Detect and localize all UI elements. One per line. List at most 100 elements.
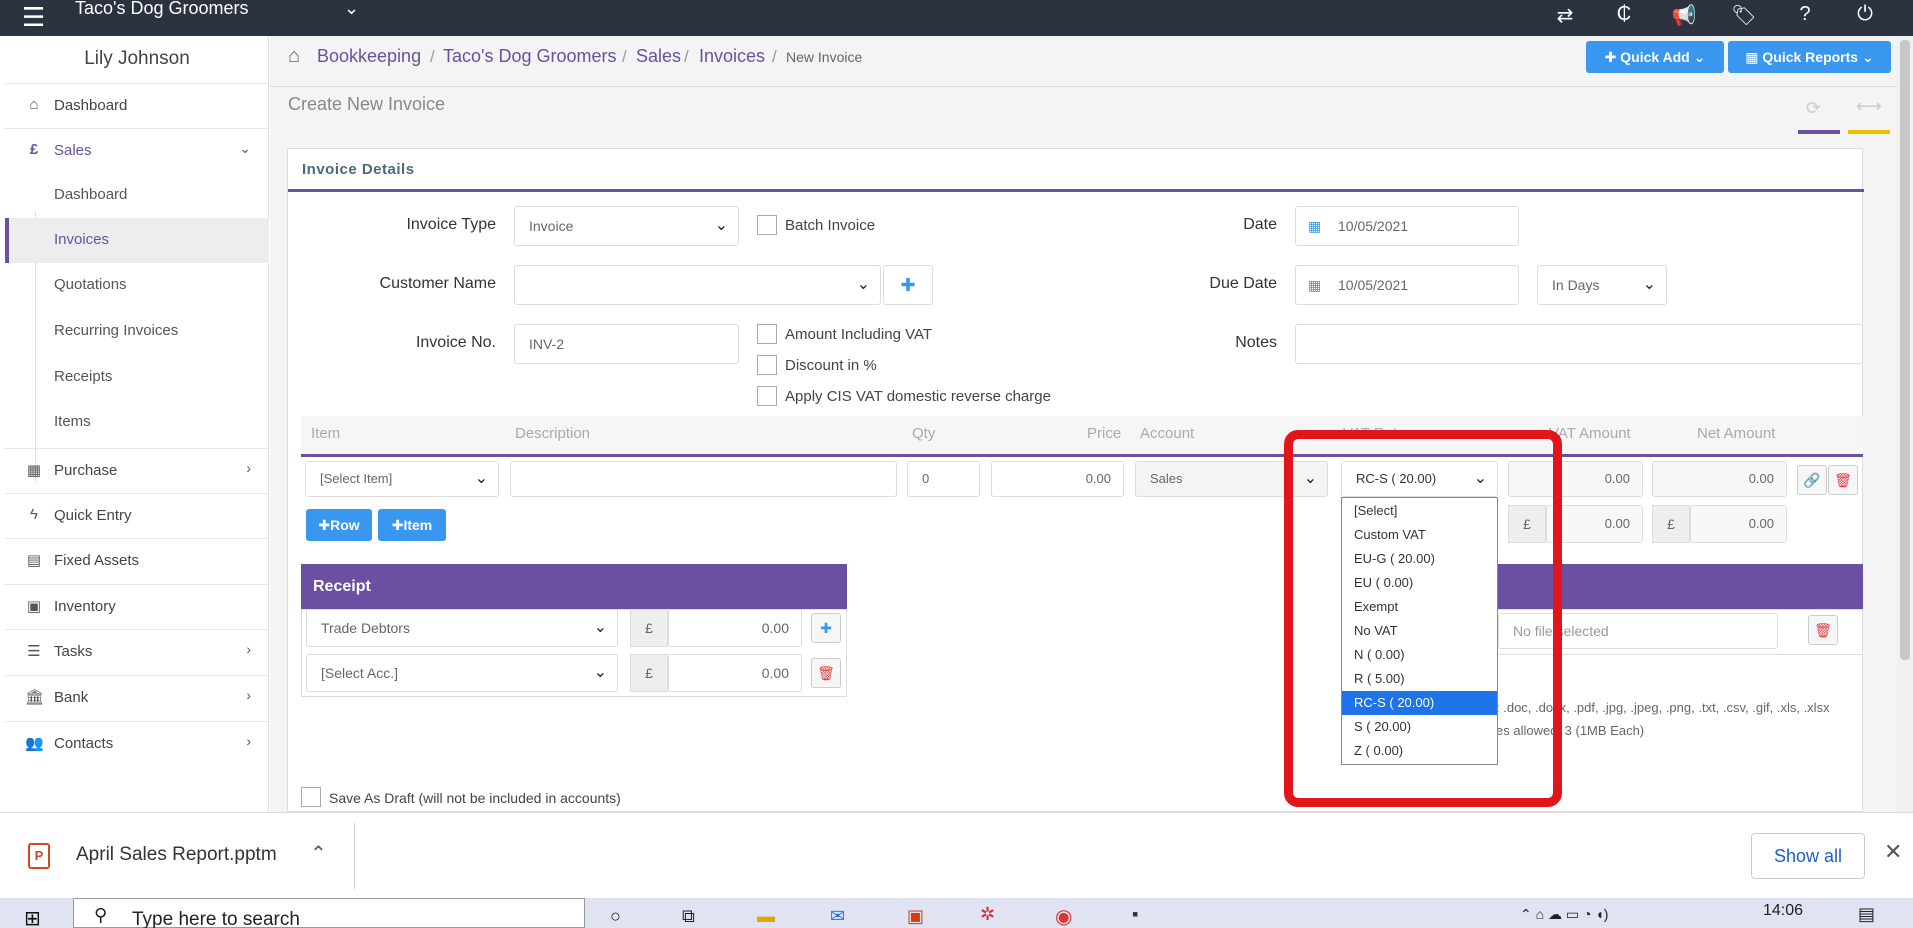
- sidebar-item-purchase[interactable]: ▦ Purchase ›: [5, 448, 269, 493]
- receipt-amount-value: 0.00: [761, 665, 789, 681]
- company-name[interactable]: Taco's Dog Groomers: [75, 0, 249, 19]
- show-all-button[interactable]: Show all: [1751, 833, 1865, 879]
- refresh-icon[interactable]: ⟳: [1806, 98, 1821, 119]
- office-icon[interactable]: ▣: [907, 906, 924, 927]
- taskbar-clock[interactable]: 14:06: [1763, 902, 1803, 920]
- close-icon[interactable]: ✕: [1884, 839, 1902, 865]
- date-input[interactable]: ▦ 10/05/2021: [1295, 206, 1519, 246]
- plus-icon: ✚: [900, 275, 916, 295]
- qty-input[interactable]: 0: [907, 461, 980, 497]
- sidebar-item-quick-entry[interactable]: ϟ Quick Entry: [5, 493, 269, 538]
- company-switch-chevron-icon[interactable]: ⌄: [344, 0, 359, 19]
- net-total-value: 0.00: [1748, 516, 1774, 531]
- scrollbar-thumb[interactable]: [1900, 40, 1910, 660]
- sidebar-item-label: Sales: [54, 142, 92, 159]
- batch-invoice-checkbox[interactable]: [757, 215, 777, 235]
- task-view-icon[interactable]: ⧉: [682, 906, 695, 927]
- receipt-amount-input[interactable]: 0.00: [668, 609, 802, 647]
- amount-including-vat-label: Amount Including VAT: [785, 326, 933, 343]
- sidebar-subitem-receipts[interactable]: Receipts: [5, 355, 269, 400]
- windows-start-icon[interactable]: ⊞: [24, 906, 41, 928]
- grid-icon: ▦: [26, 462, 42, 479]
- sidebar-subitem-sales-dashboard[interactable]: Dashboard: [5, 173, 269, 218]
- add-receipt-row-button[interactable]: ✚: [811, 613, 841, 643]
- calendar-icon: ▦: [1308, 277, 1322, 293]
- invoice-type-select[interactable]: Invoice ⌄: [514, 206, 739, 246]
- page-title: Create New Invoice: [288, 94, 446, 114]
- breadcrumb-company[interactable]: Taco's Dog Groomers: [443, 46, 617, 67]
- notes-input[interactable]: [1295, 324, 1863, 364]
- customer-name-select[interactable]: ⌄: [514, 265, 881, 305]
- announcement-icon[interactable]: 📢: [1670, 3, 1698, 28]
- system-tray-icons[interactable]: ⌃ ⌂ ☁ ▭ ◔ ◖): [1520, 906, 1608, 923]
- cortana-icon[interactable]: ○: [610, 906, 621, 927]
- breadcrumb-invoices[interactable]: Invoices: [699, 46, 765, 67]
- cis-vat-checkbox[interactable]: [757, 386, 777, 406]
- receipt-account-select[interactable]: [Select Acc.] ⌄: [306, 654, 618, 692]
- notifications-icon[interactable]: ▤: [1858, 904, 1875, 925]
- item-select[interactable]: [Select Item] ⌄: [305, 461, 499, 497]
- download-file-name[interactable]: April Sales Report.pptm: [76, 844, 277, 866]
- sidebar-subitem-invoices[interactable]: Invoices: [5, 218, 269, 263]
- sidebar-subitem-recurring-invoices[interactable]: Recurring Invoices: [5, 309, 269, 354]
- sidebar-item-bank[interactable]: 🏛 Bank ›: [5, 675, 269, 720]
- chevron-down-icon: ⌄: [239, 140, 251, 156]
- receipt-amount-input[interactable]: 0.00: [668, 654, 802, 692]
- sidebar-item-fixed-assets[interactable]: ▤ Fixed Assets: [5, 538, 269, 583]
- amount-including-vat-checkbox[interactable]: [757, 324, 777, 344]
- breadcrumb-sales[interactable]: Sales: [636, 46, 681, 67]
- quick-reports-button[interactable]: ▦ Quick Reports ⌄: [1728, 41, 1891, 73]
- sidebar-item-sales[interactable]: £ Sales ⌄: [5, 128, 269, 173]
- home-icon[interactable]: ⌂: [288, 45, 300, 68]
- tag-icon[interactable]: 🏷: [1730, 3, 1758, 28]
- sidebar-item-tasks[interactable]: ☰ Tasks ›: [5, 629, 269, 674]
- delete-attachment-icon[interactable]: 🗑: [1808, 615, 1838, 645]
- expand-icon[interactable]: ⟷: [1856, 96, 1882, 117]
- chevron-up-icon[interactable]: ⌃: [310, 841, 327, 866]
- add-customer-button[interactable]: ✚: [883, 265, 933, 305]
- due-date-value: 10/05/2021: [1338, 277, 1409, 293]
- page-scrollbar[interactable]: [1897, 36, 1913, 812]
- due-date-input[interactable]: ▦ 10/05/2021: [1295, 265, 1519, 305]
- breadcrumb-separator: /: [772, 47, 777, 66]
- add-item-button[interactable]: ✚Item: [378, 509, 446, 541]
- transfer-icon[interactable]: ⇄: [1551, 3, 1579, 28]
- receipt-amount-value: 0.00: [761, 620, 789, 636]
- net-amount-input: 0.00: [1652, 461, 1787, 497]
- currency-icon[interactable]: ₵: [1610, 3, 1638, 26]
- discount-percent-checkbox[interactable]: [757, 355, 777, 375]
- hamburger-menu-icon[interactable]: ☰: [22, 4, 45, 30]
- taskbar-search-box[interactable]: ⚲ Type here to search: [73, 898, 585, 928]
- chevron-down-icon: ⌄: [714, 217, 728, 234]
- quick-add-button[interactable]: ✚ Quick Add ⌄: [1586, 41, 1724, 73]
- sidebar-item-inventory[interactable]: ▣ Inventory: [5, 584, 269, 629]
- receipt-currency: £: [630, 654, 668, 692]
- price-input[interactable]: 0.00: [991, 461, 1124, 497]
- link-icon[interactable]: 🔗: [1797, 465, 1827, 495]
- mail-icon[interactable]: ✉: [830, 906, 845, 927]
- description-textarea[interactable]: [510, 461, 897, 497]
- add-row-button[interactable]: ✚Row: [306, 509, 372, 541]
- due-type-select[interactable]: In Days ⌄: [1537, 265, 1667, 305]
- save-as-draft-checkbox[interactable]: [301, 787, 321, 807]
- sidebar-subitem-items[interactable]: Items: [5, 400, 269, 445]
- receipt-account-select[interactable]: Trade Debtors ⌄: [306, 609, 618, 647]
- column-header-qty: Qty: [912, 425, 936, 442]
- delete-receipt-row-icon[interactable]: 🗑: [811, 658, 841, 688]
- breadcrumb-bookkeeping[interactable]: Bookkeeping: [317, 46, 421, 67]
- sidebar-subitem-quotations[interactable]: Quotations: [5, 263, 269, 308]
- app-window-icon[interactable]: ▪: [1132, 904, 1138, 925]
- save-as-draft-label: Save As Draft (will not be included in a…: [329, 790, 621, 806]
- sidebar-item-label: Purchase: [54, 462, 118, 479]
- sidebar-item-dashboard[interactable]: ⌂ Dashboard: [5, 83, 269, 128]
- sidebar-item-contacts[interactable]: 👥 Contacts ›: [5, 721, 269, 766]
- delete-row-icon[interactable]: 🗑: [1828, 465, 1858, 495]
- power-icon[interactable]: ⏻: [1851, 3, 1879, 26]
- chrome-icon[interactable]: ◉: [1055, 904, 1072, 928]
- invoice-number-input[interactable]: INV-2: [514, 324, 739, 364]
- users-icon: 👥: [25, 735, 44, 752]
- user-name: Lily Johnson: [84, 48, 190, 69]
- help-icon[interactable]: ?: [1791, 3, 1819, 26]
- app-icon[interactable]: ✲: [980, 904, 995, 925]
- file-explorer-icon[interactable]: ▬: [757, 906, 775, 927]
